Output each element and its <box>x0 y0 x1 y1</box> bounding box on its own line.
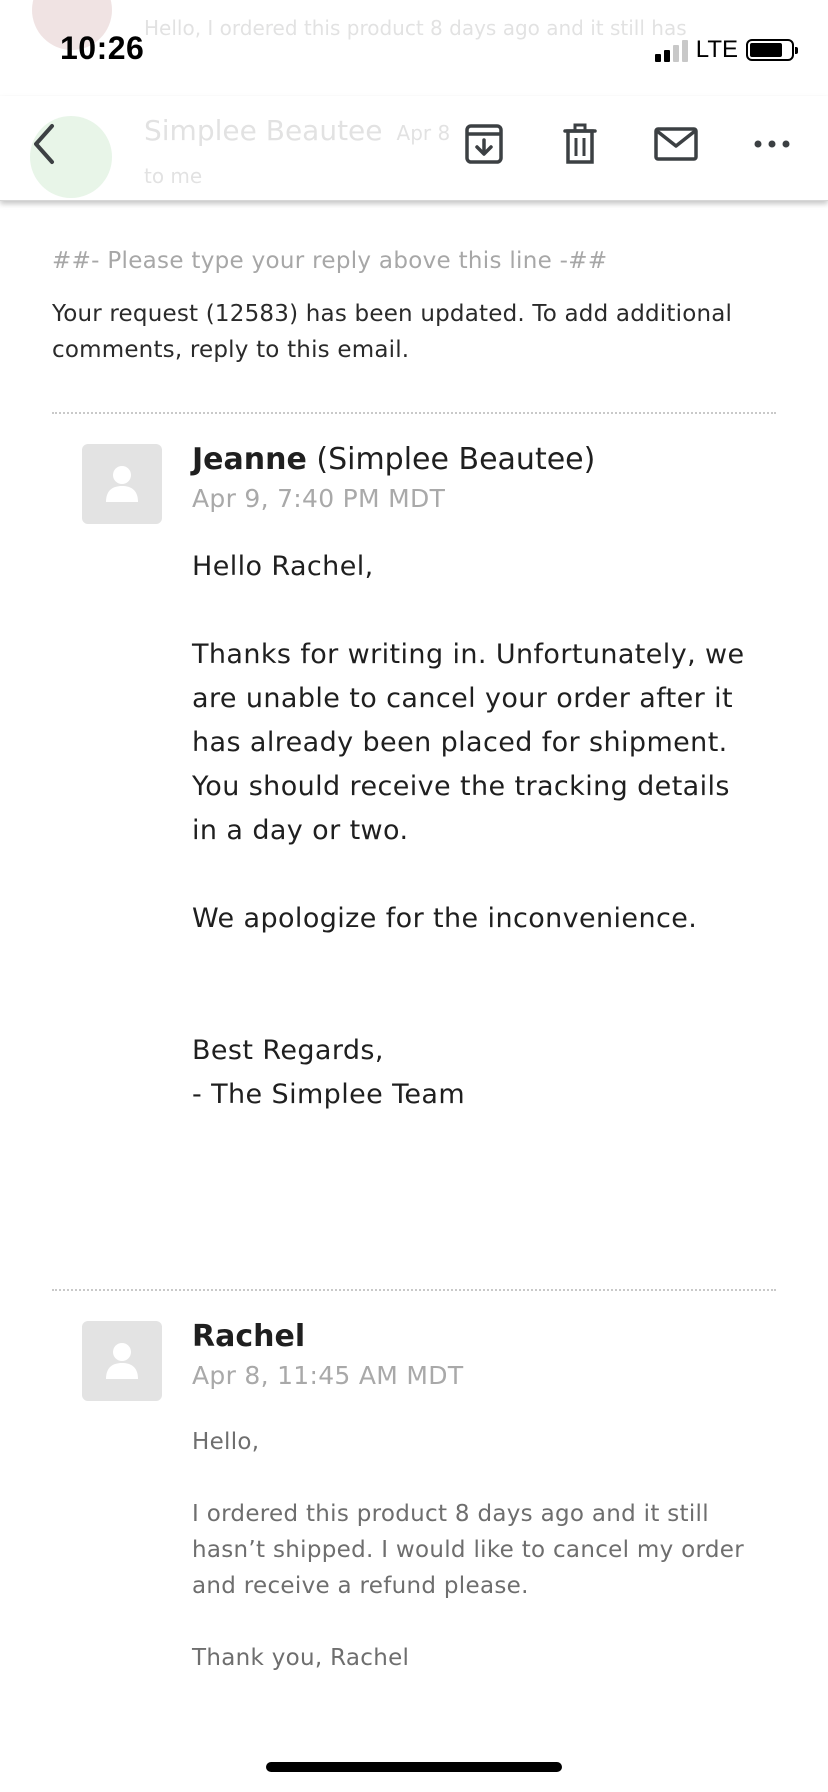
message-line: I ordered this product 8 days ago and it… <box>192 1501 709 1527</box>
message-line: in a day or two. <box>192 815 409 846</box>
status-bar: 10:26 LTE <box>0 0 828 96</box>
signal-bar <box>672 45 679 62</box>
message-line: are unable to cancel your order after it <box>192 683 733 714</box>
delete-button[interactable] <box>550 114 610 174</box>
person-placeholder-icon <box>106 1343 138 1379</box>
author-name: Rachel <box>192 1319 306 1354</box>
mark-unread-button[interactable] <box>646 114 706 174</box>
message-line: and receive a refund please. <box>192 1573 529 1599</box>
battery-icon <box>746 39 798 61</box>
message-date: Apr 8, 11:45 AM MDT <box>192 1361 464 1390</box>
signal-bar <box>663 50 670 62</box>
author-organization: (Simplee Beautee) <box>316 442 596 477</box>
message-author: Jeanne (Simplee Beautee) <box>192 440 776 480</box>
message-greeting: Hello Rachel, <box>192 551 374 582</box>
signal-icon <box>654 38 688 62</box>
person-placeholder-icon <box>106 466 138 502</box>
message-line: has already been placed for shipment. <box>192 727 728 758</box>
message-signature: - The Simplee Team <box>192 1079 466 1110</box>
message-divider <box>52 412 776 414</box>
message-line: hasn’t shipped. I would like to cancel m… <box>192 1537 744 1563</box>
message-divider <box>52 1289 776 1291</box>
home-indicator[interactable] <box>266 1762 562 1772</box>
message-signoff: Best Regards, <box>192 1035 384 1066</box>
message-line: Thanks for writing in. Unfortunately, we <box>192 639 745 670</box>
message-line: You should receive the tracking details <box>192 771 730 802</box>
archive-icon <box>465 124 503 164</box>
status-indicators: LTE <box>654 36 798 64</box>
message-content: Hello, I ordered this product 8 days ago… <box>192 1424 776 1676</box>
message-closing: Thank you, Rachel <box>192 1645 410 1671</box>
message-date: Apr 9, 7:40 PM MDT <box>192 484 446 513</box>
message-jeanne: Jeanne (Simplee Beautee) Apr 9, 7:40 PM … <box>52 440 776 1117</box>
avatar <box>82 1321 162 1401</box>
more-icon <box>754 140 790 148</box>
email-body: ##- Please type your reply above this li… <box>52 248 776 1676</box>
more-options-button[interactable] <box>742 114 802 174</box>
message-content: Hello Rachel, Thanks for writing in. Unf… <box>192 545 776 1117</box>
trash-icon <box>563 123 597 164</box>
reply-separator-text: ##- Please type your reply above this li… <box>52 248 608 274</box>
message-paragraph: I ordered this product 8 days ago and it… <box>192 1496 776 1604</box>
battery-level <box>750 43 782 57</box>
email-toolbar <box>0 96 828 201</box>
network-type: LTE <box>695 36 738 63</box>
request-update-notice: Your request (12583) has been updated. T… <box>52 301 733 363</box>
message-greeting: Hello, <box>192 1429 260 1455</box>
chevron-left-icon <box>34 124 54 164</box>
back-button[interactable] <box>14 114 74 174</box>
message-rachel: Rachel Apr 8, 11:45 AM MDT Hello, I orde… <box>52 1317 776 1676</box>
mail-icon <box>654 127 698 161</box>
signal-bar <box>681 40 688 62</box>
status-time: 10:26 <box>60 30 145 66</box>
message-author: Rachel <box>192 1317 776 1357</box>
archive-button[interactable] <box>454 114 514 174</box>
message-apology: We apologize for the inconvenience. <box>192 903 698 934</box>
message-paragraph: Thanks for writing in. Unfortunately, we… <box>192 633 776 853</box>
avatar <box>82 444 162 524</box>
signal-bar <box>654 54 661 62</box>
author-name: Jeanne <box>192 442 307 477</box>
